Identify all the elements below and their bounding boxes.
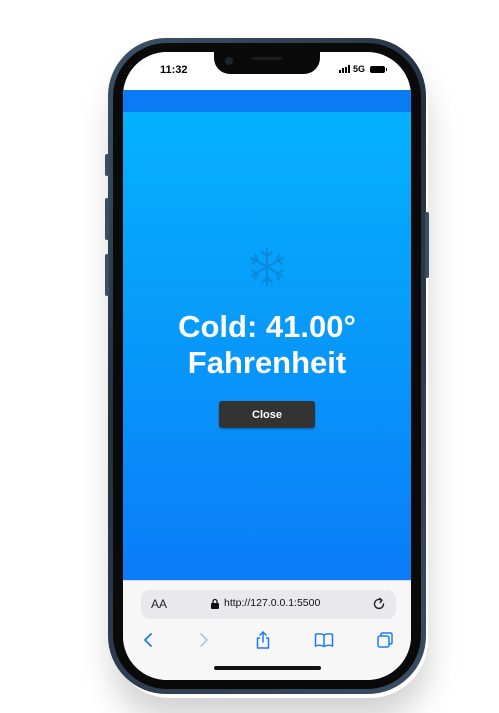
status-bar: 11:32 5G (123, 52, 411, 90)
network-label: 5G (353, 64, 366, 74)
back-icon[interactable] (136, 629, 160, 651)
snowflake-icon (250, 247, 284, 287)
share-icon[interactable] (251, 629, 275, 651)
lock-icon (211, 598, 219, 609)
speaker-grille (252, 57, 282, 60)
power-button (425, 212, 429, 278)
address-bar[interactable]: AA http://127.0.0.1:5500 (141, 590, 396, 619)
volume-up-button (105, 198, 109, 240)
silent-switch (105, 154, 109, 176)
page-header-strip (123, 90, 411, 112)
status-time: 11:32 (160, 64, 188, 76)
temperature-line-2: Fahrenheit (187, 345, 347, 380)
tabs-icon[interactable] (373, 629, 397, 651)
close-button[interactable]: Close (219, 401, 315, 428)
browser-nav-row (123, 629, 411, 653)
browser-toolbar: AA http://127.0.0.1:5500 (123, 580, 411, 680)
url-display[interactable]: http://127.0.0.1:5500 (210, 597, 320, 609)
volume-down-button (105, 254, 109, 296)
camera-icon (225, 57, 233, 65)
reload-icon[interactable] (372, 597, 386, 611)
temperature-line-1: Cold: 41.00° (178, 309, 356, 344)
url-text: http://127.0.0.1:5500 (224, 597, 321, 609)
phone-screen: 11:32 5G Cold: 41.00° Fahrenheit Close A… (123, 52, 411, 680)
text-size-button[interactable]: AA (151, 597, 167, 611)
status-indicators: 5G (339, 64, 388, 74)
temperature-reading: Cold: 41.00° Fahrenheit (123, 309, 411, 381)
home-indicator[interactable] (214, 666, 321, 670)
weather-panel: Cold: 41.00° Fahrenheit Close (123, 112, 411, 580)
battery-icon (370, 65, 388, 73)
signal-icon (339, 65, 350, 73)
bookmarks-icon[interactable] (312, 629, 336, 651)
forward-icon[interactable] (192, 629, 216, 651)
